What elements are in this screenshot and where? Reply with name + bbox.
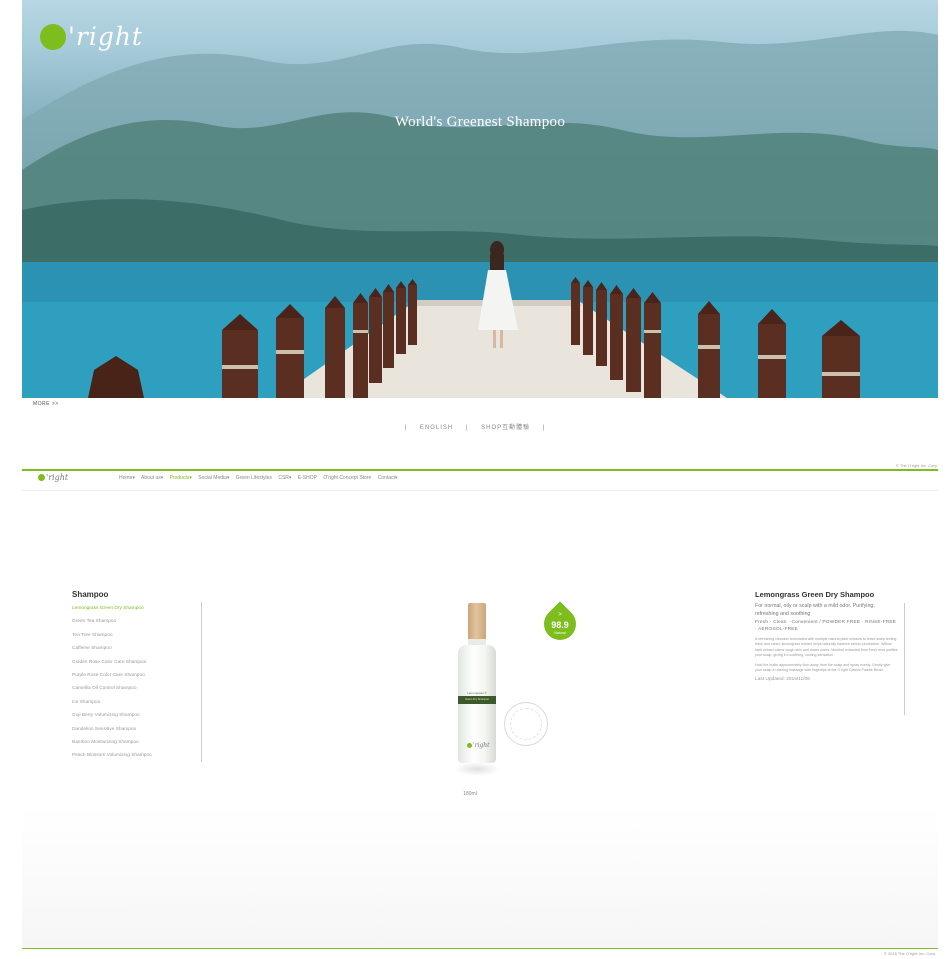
footer-copyright: © 2015 The O'right Inc. Corp. xyxy=(883,951,936,956)
nav-menu: Home▾ About us▾ Products▾ Social Media▾ … xyxy=(119,475,402,481)
sidebar-item-tea-tree[interactable]: Tea Tree Shampoo xyxy=(72,629,201,642)
hero-scene-illustration xyxy=(22,30,938,398)
nav-item-eshop[interactable]: E-SHOP xyxy=(298,475,317,481)
sidebar-item-caffeine[interactable]: Caffeine Shampoo xyxy=(72,642,201,655)
sidebar-item-bamboo[interactable]: Bamboo Moisturizing Shampoo xyxy=(72,736,201,749)
lang-divider: | xyxy=(542,425,546,431)
sidebar-item-purple-rose[interactable]: Purple Rose Color Care Shampoo xyxy=(72,669,201,682)
nav-item-green-lifestyles[interactable]: Green Lifestyles xyxy=(236,475,272,481)
nav-item-products[interactable]: Products▾ xyxy=(170,475,192,481)
nav-item-about[interactable]: About us▾ xyxy=(141,475,163,481)
lang-divider: | xyxy=(404,425,408,431)
lang-divider: | xyxy=(465,425,469,431)
hero-logo-text: 'right xyxy=(68,22,143,51)
sidebar-item-lemongrass[interactable]: Lemongrass Green Dry Shampoo xyxy=(72,602,201,615)
sidebar-item-ice[interactable]: Ice Shampoo xyxy=(72,696,201,709)
natural-percent: 98.9 xyxy=(551,620,569,630)
nav-item-csr[interactable]: CSR▾ xyxy=(278,475,291,481)
product-paragraph-2: Hold the bottle approximately 5cm away f… xyxy=(755,662,891,673)
bottle-logo-text: 'right xyxy=(473,742,490,749)
lang-english-link[interactable]: ENGLISH xyxy=(420,425,453,431)
sidebar-item-green-tea[interactable]: Green Tea Shampoo xyxy=(72,615,201,628)
nav-item-contact[interactable]: Contact▾ xyxy=(378,475,398,481)
logo-leaf-icon xyxy=(40,23,66,50)
top-green-rule xyxy=(22,469,938,471)
natural-percent-badge: > 98.9 Natural xyxy=(537,600,583,647)
bottom-green-rule xyxy=(22,948,938,949)
hero-logo[interactable]: 'right xyxy=(40,22,143,51)
product-tags: Fresh · Clean · Convenient / POWDER FREE… xyxy=(755,620,897,632)
natural-label: Natural xyxy=(554,631,566,635)
sidebar-list[interactable]: Lemongrass Green Dry Shampoo Green Tea S… xyxy=(72,602,202,762)
bottle-leaf-icon xyxy=(467,743,472,748)
certification-stamp-icon xyxy=(504,702,548,746)
product-title: Lemongrass Green Dry Shampoo xyxy=(755,590,875,599)
nav-item-concept-store[interactable]: O'right Concept Store xyxy=(323,475,371,481)
product-paragraph-1: A refreshing cleanser formulated with mu… xyxy=(755,637,898,658)
bottle-shadow xyxy=(454,762,500,776)
bottle-cap xyxy=(468,603,486,639)
hero-copyright: © The O'right Inc. Corp. xyxy=(895,463,938,468)
sidebar-title: Shampoo xyxy=(72,590,109,599)
hero-banner: 'right World's Greenest Shampoo xyxy=(22,0,938,398)
last-updated: Last Updated: 2015/11/06 xyxy=(755,677,810,683)
nav-divider xyxy=(22,490,938,491)
lang-shop-link[interactable]: SHOP互動體驗 xyxy=(481,425,530,431)
main-nav: 'right Home▾ About us▾ Products▾ Social … xyxy=(22,472,938,486)
bottle-label-brand: Lemongrass ® xyxy=(467,691,487,695)
nav-logo[interactable]: 'right xyxy=(38,473,68,482)
product-description[interactable]: For normal, oily or scalp with a mild od… xyxy=(755,603,905,715)
badge-arrow: > xyxy=(558,612,562,618)
product-detail: Lemongrass Green Dry Shampoo For normal,… xyxy=(755,590,905,715)
nav-logo-text: 'right xyxy=(46,473,69,482)
more-link[interactable]: MORE >> xyxy=(33,401,59,407)
language-selector: | ENGLISH | SHOP互動體驗 | xyxy=(0,422,950,431)
bottle-logo: 'right xyxy=(467,742,490,749)
product-lead: For normal, oily or scalp with a mild od… xyxy=(755,603,875,617)
sidebar-item-dandelion[interactable]: Dandelion Sensitive Shampoo xyxy=(72,723,201,736)
sidebar-item-golden-rose[interactable]: Golden Rose Color Care Shampoo xyxy=(72,656,201,669)
product-volume: 180ml xyxy=(463,791,477,797)
product-sidebar: Shampoo Lemongrass Green Dry Shampoo Gre… xyxy=(72,590,202,762)
nav-logo-leaf-icon xyxy=(38,474,45,481)
sidebar-item-goji-berry[interactable]: Goji Berry Volumizing Shampoo xyxy=(72,709,201,722)
sidebar-item-camellia[interactable]: Camellia Oil Control Shampoo xyxy=(72,682,201,695)
nav-item-home[interactable]: Home▾ xyxy=(119,475,135,481)
sidebar-item-peach-blossom[interactable]: Peach Blossom Volumizing Shampoo xyxy=(72,749,201,762)
hero-title: World's Greenest Shampoo xyxy=(394,114,566,130)
nav-item-social-media[interactable]: Social Media▾ xyxy=(198,475,229,481)
bottle-label: Green Dry Shampoo xyxy=(458,696,496,704)
